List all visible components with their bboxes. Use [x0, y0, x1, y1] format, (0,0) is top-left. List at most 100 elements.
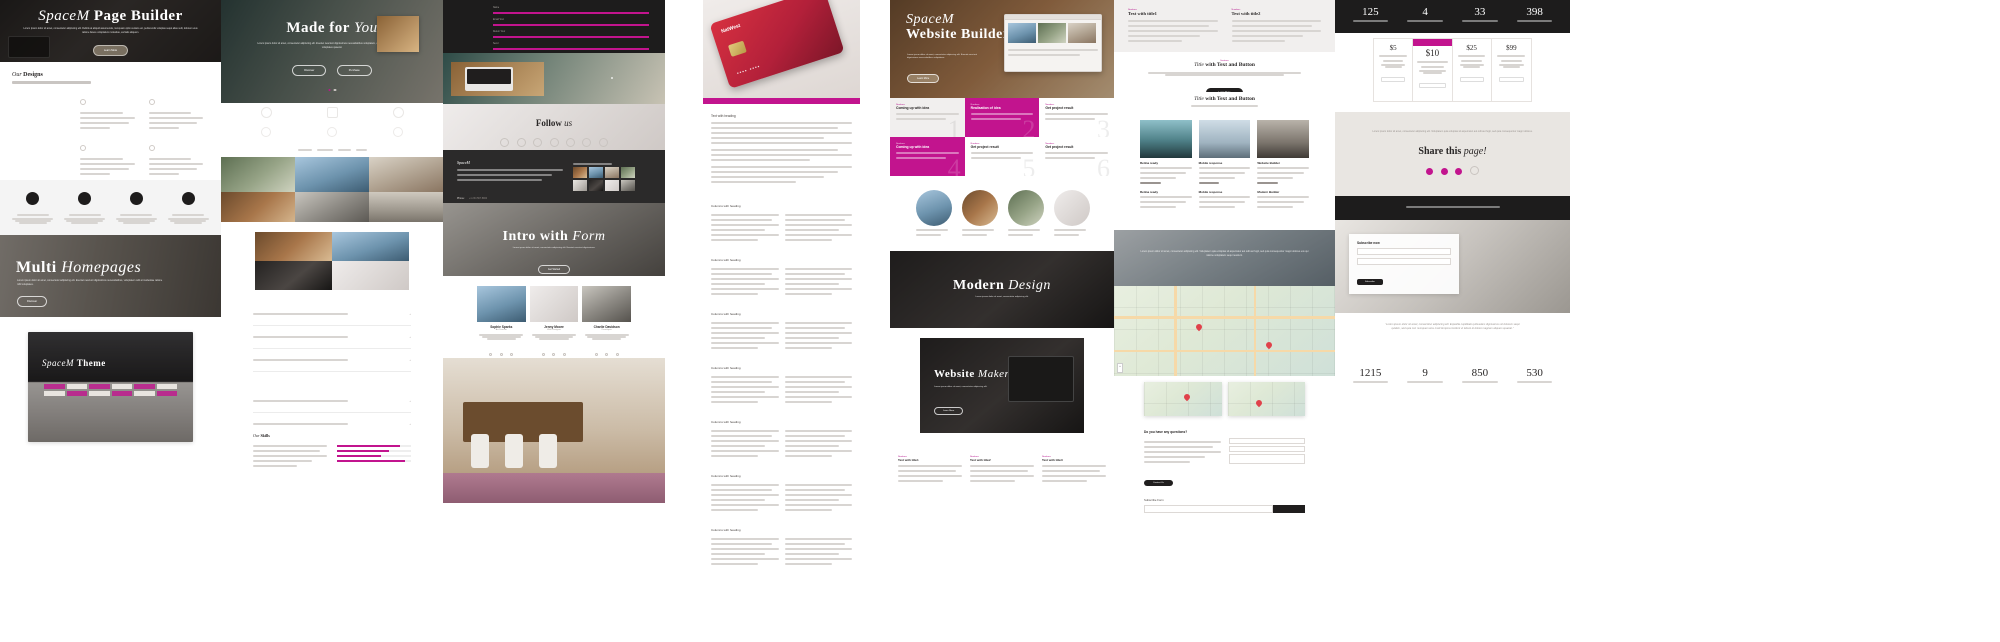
map-card[interactable]: [1144, 382, 1222, 416]
text-col[interactable]: Numbers Text with title2: [1231, 9, 1321, 45]
share-social-row[interactable]: [1369, 162, 1536, 180]
thumb-natwest-card[interactable]: NatWest •••• ••••: [703, 0, 860, 104]
twitter-icon[interactable]: [552, 353, 556, 356]
feature-card[interactable]: Modern Builder: [1257, 190, 1309, 211]
subscribe-input[interactable]: [1144, 505, 1273, 513]
columns-row[interactable]: Columns with heading: [711, 204, 852, 244]
dribbble-icon[interactable]: [533, 138, 543, 147]
map-marker[interactable]: [1264, 340, 1274, 350]
feature-card[interactable]: Website Builder: [1257, 120, 1309, 186]
facebook-icon[interactable]: [542, 353, 546, 356]
thumb-portfolio-grid[interactable]: [221, 144, 443, 222]
thumb-made-for-you[interactable]: Made for You Lorem ipsum dolor sit amet,…: [221, 0, 443, 103]
thumb-share-page[interactable]: Lorem ipsum dolor sit amet, consectetur …: [1335, 112, 1570, 196]
map-marker[interactable]: [1182, 392, 1192, 402]
twitter-icon[interactable]: [605, 353, 609, 356]
facebook-icon[interactable]: [1426, 167, 1434, 175]
facebook-icon[interactable]: [489, 353, 493, 356]
map-marker[interactable]: [1194, 322, 1204, 332]
accordion-row[interactable]: +: [253, 413, 411, 427]
name-input[interactable]: [1357, 248, 1451, 255]
columns-row[interactable]: Columns with heading: [711, 528, 852, 568]
pricing-plan[interactable]: $5: [1374, 39, 1414, 101]
card-link[interactable]: [1198, 182, 1220, 184]
title-col[interactable]: Numbers Text with title3: [1042, 456, 1106, 485]
thumb-website-maker[interactable]: Website Maker Lorem ipsum dolor sit amet…: [890, 328, 1114, 446]
portfolio-filters[interactable]: [221, 144, 443, 157]
social-row[interactable]: [443, 134, 665, 150]
columns-row[interactable]: Columns with heading: [711, 366, 852, 406]
message-input[interactable]: [493, 45, 649, 50]
columns-row[interactable]: Columns with heading: [711, 474, 852, 514]
thumb-our-designs[interactable]: Our Designs: [0, 62, 221, 180]
thumb-numbered-steps[interactable]: Numbers Coming up with idea 1 Numbers Re…: [890, 98, 1114, 176]
thumb-quote-banner[interactable]: Lorem ipsum dolor sit amet, consectetur …: [1114, 230, 1335, 286]
thumb-our-skills[interactable]: Our Skills: [221, 427, 443, 469]
slider-dot[interactable]: [611, 77, 613, 79]
team-card[interactable]: Jenny Moore Web Designer: [529, 286, 579, 358]
subscribe-card[interactable]: Subscribe now Subscribe: [1349, 234, 1459, 294]
step-cell[interactable]: Numbers Coming up with idea 4: [890, 137, 965, 176]
filter-design[interactable]: [337, 149, 351, 151]
filter-web[interactable]: [355, 149, 367, 151]
feature-card[interactable]: Retina ready: [1140, 190, 1192, 211]
linkedin-icon[interactable]: [615, 353, 619, 356]
qa-form[interactable]: [1228, 438, 1305, 466]
order-button[interactable]: [1499, 77, 1524, 82]
thumb-columns-with-heading[interactable]: Columns with heading Columns with headin…: [703, 204, 860, 642]
filter-branding[interactable]: [316, 149, 333, 151]
thumb-image[interactable]: [573, 167, 587, 178]
thumb-team-members[interactable]: Sophie Sparks Art Director Jenny Moore W…: [443, 276, 665, 358]
portfolio-tile[interactable]: [369, 157, 443, 192]
thumb-testimonial[interactable]: “Lorem ipsum dolor sit amet, consectetur…: [1335, 313, 1570, 363]
pricing-plan[interactable]: $99: [1492, 39, 1531, 101]
avatar-item[interactable]: [1054, 190, 1090, 239]
thumb-follow-us[interactable]: Follow us: [443, 104, 665, 150]
facebook-icon[interactable]: [594, 353, 598, 356]
avatar-item[interactable]: [962, 190, 998, 239]
icon-strip-item[interactable]: [114, 192, 160, 224]
instagram-icon[interactable]: [549, 138, 559, 147]
slider-dots[interactable]: [40, 308, 88, 311]
portfolio-tile[interactable]: [221, 192, 295, 222]
thumb-image[interactable]: [589, 167, 603, 178]
portfolio-tile[interactable]: [295, 157, 369, 192]
thumb-contact-info[interactable]: SpaceM Phone: +1 234 567 8900 Email: hel…: [443, 150, 665, 203]
avatar-item[interactable]: [1008, 190, 1044, 239]
thumb-laptop-feature[interactable]: [443, 53, 665, 104]
thumb-image[interactable]: [621, 180, 635, 191]
hero-cta-button[interactable]: Get Started: [537, 265, 571, 274]
text-col[interactable]: Numbers Text with title1: [1128, 9, 1218, 45]
email-input[interactable]: [493, 21, 649, 26]
gallery-tile[interactable]: [255, 232, 332, 261]
form-field-row[interactable]: Send: [493, 43, 649, 50]
thumb-logo-strip[interactable]: [221, 103, 443, 127]
zoom-control[interactable]: +: [1117, 363, 1123, 373]
thumb-subscribe-small[interactable]: Subscribe Form: [1114, 486, 1335, 532]
thumb-page-builder-hero[interactable]: SpaceM Page Builder Lorem ipsum dolor si…: [0, 0, 221, 62]
thumb-image[interactable]: [605, 167, 619, 178]
card-link[interactable]: [1257, 182, 1278, 184]
thumb-image[interactable]: [605, 180, 619, 191]
icon-strip-item[interactable]: [62, 192, 108, 224]
linkedin-icon[interactable]: [562, 353, 566, 356]
thumb-faq-accordion[interactable]: + + + + + +: [221, 297, 443, 427]
pricing-plan-featured[interactable]: $10: [1413, 39, 1453, 101]
thumb-intro-with-form[interactable]: Intro with Form Lorem ipsum dolor sit am…: [443, 203, 665, 276]
thumb-image[interactable]: [621, 167, 635, 178]
member-social[interactable]: [582, 343, 631, 358]
hero-cta-button-primary[interactable]: Discover: [292, 65, 327, 76]
order-button[interactable]: [1381, 77, 1406, 82]
hero-cta-button[interactable]: Learn More: [92, 45, 129, 56]
order-button[interactable]: [1459, 77, 1484, 82]
thumb-website-builder-hero[interactable]: SpaceM Website Builder Lorem ipsum dolor…: [890, 0, 1114, 98]
columns-row[interactable]: Columns with heading: [711, 258, 852, 298]
thumb-subscribe-now[interactable]: Subscribe now Subscribe: [1335, 220, 1570, 313]
portfolio-tile[interactable]: [295, 192, 369, 222]
feature-card[interactable]: Mobile response: [1198, 120, 1251, 186]
thumb-spacem-theme[interactable]: SpaceM Theme: [0, 317, 221, 467]
step-cell[interactable]: Numbers Coming up with idea 1: [890, 98, 965, 143]
team-card[interactable]: Charlie Davidson Developer: [582, 286, 631, 358]
accordion-row[interactable]: +: [253, 390, 411, 413]
feature-item[interactable]: [80, 92, 140, 132]
